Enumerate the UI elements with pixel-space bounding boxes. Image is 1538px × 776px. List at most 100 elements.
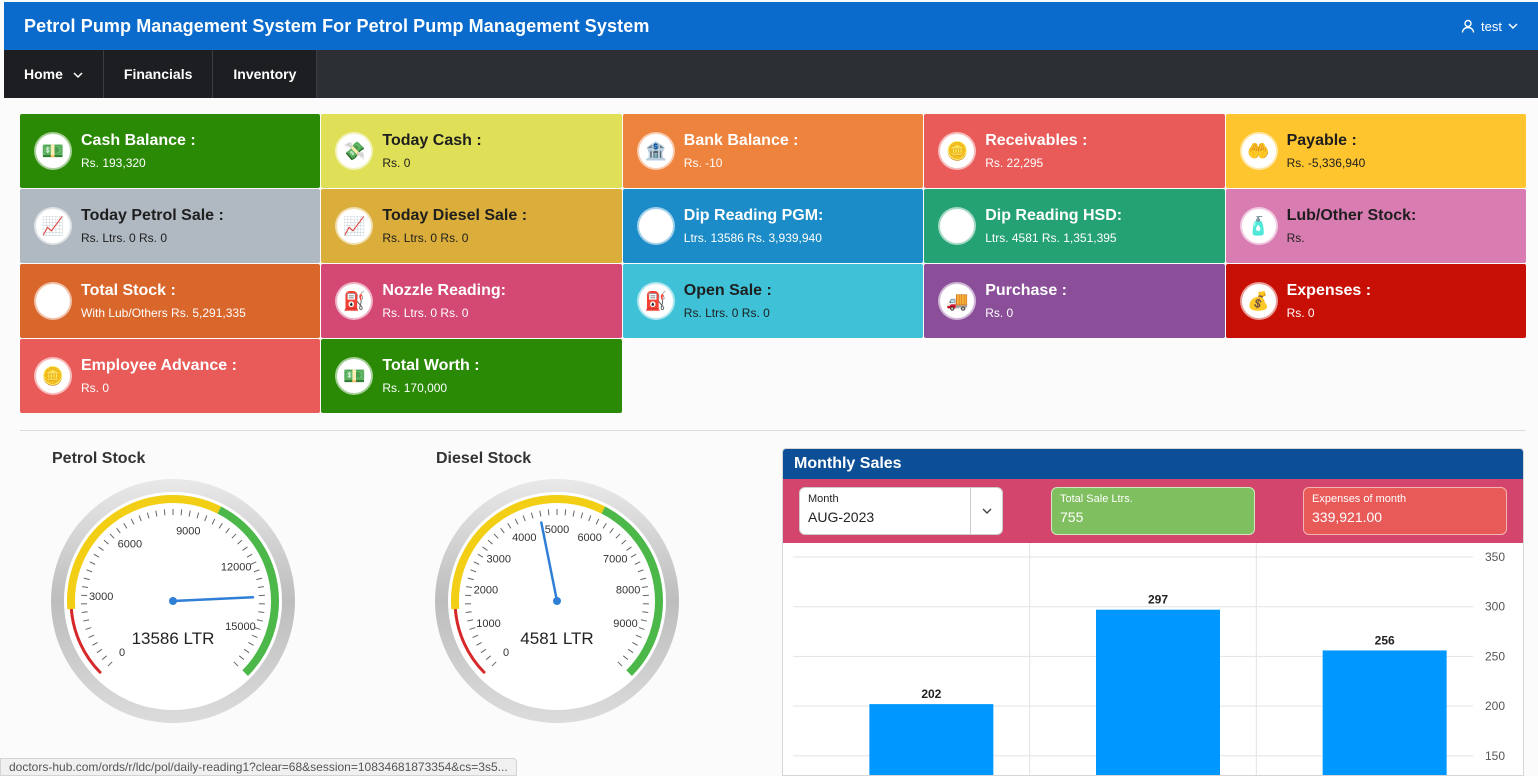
bar-data-label: 202 bbox=[921, 687, 941, 701]
section-divider bbox=[20, 430, 1526, 431]
tile-value: Ltrs. 13586 Rs. 3,939,940 bbox=[683, 231, 822, 245]
gauge-tick-label: 4000 bbox=[512, 532, 536, 544]
fuel-nozzle-icon: ⛽ bbox=[337, 284, 372, 318]
monthly-sales-panel: Monthly Sales Month AUG-2023 Total Sale … bbox=[782, 448, 1524, 776]
coin-hands-icon: 🪙 bbox=[940, 134, 975, 168]
nav-financials-label: Financials bbox=[123, 66, 193, 82]
summary-tile[interactable]: 📈 Today Petrol Sale : Rs. Ltrs. 0 Rs. 0 bbox=[20, 189, 321, 263]
growth-chart-icon: 📈 bbox=[36, 209, 70, 243]
total-sale-field: Total Sale Ltrs. 755 bbox=[1051, 487, 1255, 535]
summary-tile[interactable]: 🪙 Receivables : Rs. 22,295 bbox=[924, 114, 1225, 188]
tile-title: Open Sale : bbox=[683, 282, 772, 299]
gauge-dial: 0 1000 2000 30004000 5000 60007000 8000 9000 458… bbox=[435, 479, 679, 723]
gauge-title: Petrol Stock bbox=[52, 450, 146, 467]
tile-title: Expenses : bbox=[1286, 282, 1372, 299]
gauge-hub bbox=[553, 597, 561, 605]
bar-data-label: 256 bbox=[1375, 633, 1395, 647]
chevron-down-icon bbox=[73, 66, 83, 82]
nav-inventory[interactable]: Inventory bbox=[213, 50, 318, 98]
user-menu[interactable]: test bbox=[1461, 19, 1518, 34]
tile-title: Lub/Other Stock: bbox=[1286, 207, 1417, 224]
summary-tile[interactable]: ⛽ Open Sale : Rs. Ltrs. 0 Rs. 0 bbox=[622, 264, 924, 338]
tile-value: Rs. Ltrs. 0 Rs. 0 bbox=[382, 231, 469, 245]
tile-title: Total Stock : bbox=[81, 282, 176, 299]
tile-value: Rs. 0 bbox=[382, 156, 411, 170]
month-label: Month bbox=[808, 493, 839, 505]
total-sale-value: 755 bbox=[1060, 509, 1084, 525]
gauge-tick-label: 2000 bbox=[474, 585, 498, 597]
summary-tile[interactable]: 🪙 Employee Advance : Rs. 0 bbox=[20, 339, 321, 413]
main-nav: Home Financials Inventory bbox=[4, 50, 1538, 98]
tile-title: Dip Reading HSD: bbox=[985, 207, 1123, 224]
gauge-readout: 4581 LTR bbox=[520, 629, 593, 648]
tile-value: Rs. Ltrs. 0 Rs. 0 bbox=[81, 231, 168, 245]
tile-value: Rs. 193,320 bbox=[81, 156, 146, 170]
app-header: Petrol Pump Management System For Petrol… bbox=[4, 2, 1538, 50]
app-title: Petrol Pump Management System For Petrol… bbox=[24, 15, 650, 36]
panel-title: Monthly Sales bbox=[783, 449, 1523, 479]
summary-tile[interactable]: 🛢 Total Stock : With Lub/Others Rs. 5,291,… bbox=[20, 264, 321, 338]
summary-tile[interactable]: 💰 Expenses : Rs. 0 bbox=[1225, 264, 1526, 338]
tile-value: Rs. 0 bbox=[1286, 306, 1315, 320]
gauge-tick bbox=[163, 509, 166, 516]
tile-value: Rs. Ltrs. 0 Rs. 0 bbox=[683, 306, 770, 320]
cash-hand-icon: 💵 bbox=[36, 134, 70, 168]
gauge-tick bbox=[547, 509, 550, 516]
nav-home[interactable]: Home bbox=[4, 50, 104, 98]
monthly-sales-chart: 350 300 250 200 150 202 297 256 bbox=[793, 543, 1505, 776]
gauge-tick-label: 5000 bbox=[545, 524, 569, 536]
sales-filter-bar: Month AUG-2023 Total Sale Ltrs. 755 Expe… bbox=[783, 479, 1523, 543]
month-select[interactable]: Month AUG-2023 bbox=[799, 487, 1003, 535]
tile-title: Today Petrol Sale : bbox=[81, 207, 224, 224]
bar[interactable] bbox=[1096, 609, 1220, 776]
fuel-tank-icon: 🛢 bbox=[638, 209, 673, 243]
summary-tiles: 💵 Cash Balance : Rs. 193,320 💸 Today Cash : R… bbox=[20, 114, 1526, 413]
gauge-tick-label: 9000 bbox=[613, 618, 637, 630]
summary-tile[interactable]: 📈 Today Diesel Sale : Rs. Ltrs. 0 Rs. 0 bbox=[321, 189, 622, 263]
nav-financials[interactable]: Financials bbox=[103, 50, 214, 98]
tile-title: Total Worth : bbox=[382, 357, 480, 374]
gauge-tick bbox=[564, 509, 567, 516]
summary-tile[interactable]: ⛽ Nozzle Reading: Rs. Ltrs. 0 Rs. 0 bbox=[321, 264, 622, 338]
summary-tile[interactable]: 🤲 Payable : Rs. -5,336,940 bbox=[1225, 114, 1526, 188]
gauge-hub bbox=[169, 597, 177, 605]
chevron-down-icon[interactable] bbox=[970, 488, 1002, 534]
diesel-stock-gauge: Diesel Stock 0 1000 2000 3000 4000 5000 6000 70… bbox=[404, 450, 734, 740]
tile-value: Rs. -5,336,940 bbox=[1286, 156, 1366, 170]
gauge-tick-label: 6000 bbox=[118, 538, 142, 550]
barrel-icon: 🛢 bbox=[36, 284, 70, 318]
bar[interactable] bbox=[1322, 650, 1447, 776]
fuel-pump-icon: ⛽ bbox=[638, 284, 673, 318]
money-icon: 💰 bbox=[1241, 284, 1276, 318]
tile-title: Payable : bbox=[1286, 132, 1357, 149]
cash-hand-icon: 💵 bbox=[337, 359, 372, 393]
nav-home-label: Home bbox=[24, 66, 63, 82]
summary-tile[interactable]: 🛢 Dip Reading PGM: Ltrs. 13586 Rs. 3,939,9… bbox=[622, 189, 924, 263]
summary-tile[interactable]: 🚚 Purchase : Rs. 0 bbox=[924, 264, 1225, 338]
gauge-tick-label: 15000 bbox=[225, 621, 256, 633]
tile-title: Today Diesel Sale : bbox=[382, 207, 528, 224]
bank-icon: 🏦 bbox=[638, 134, 673, 168]
bar[interactable] bbox=[869, 704, 994, 776]
gauge-tick-label: 3000 bbox=[487, 554, 511, 566]
tile-title: Dip Reading PGM: bbox=[683, 207, 824, 224]
tile-title: Receivables : bbox=[985, 132, 1088, 149]
summary-tile[interactable]: 🛢 Dip Reading HSD: Ltrs. 4581 Rs. 1,351,39… bbox=[924, 189, 1225, 263]
payment-hand-icon: 🤲 bbox=[1241, 134, 1276, 168]
gauge-dial: 0 3000 6000 9000 12000 15000 13586 LTR bbox=[51, 479, 295, 723]
total-sale-label: Total Sale Ltrs. bbox=[1060, 493, 1133, 505]
summary-tile[interactable]: 💵 Total Worth : Rs. 170,000 bbox=[321, 339, 622, 413]
month-value: AUG-2023 bbox=[808, 509, 875, 525]
gauge-title: Diesel Stock bbox=[436, 450, 532, 467]
status-url: doctors-hub.com/ords/r/ldc/pol/daily-rea… bbox=[0, 758, 517, 776]
gauge-tick bbox=[180, 509, 183, 516]
summary-tile[interactable]: 🏦 Bank Balance : Rs. -10 bbox=[622, 114, 924, 188]
gauge-tick-label: 0 bbox=[119, 647, 125, 659]
summary-tile[interactable]: 💸 Today Cash : Rs. 0 bbox=[321, 114, 622, 188]
summary-tile[interactable]: 🧴 Lub/Other Stock: Rs. bbox=[1225, 189, 1526, 263]
tile-title: Employee Advance : bbox=[81, 357, 237, 374]
summary-tile[interactable]: 💵 Cash Balance : Rs. 193,320 bbox=[20, 114, 321, 188]
y-tick-label: 150 bbox=[1485, 749, 1505, 763]
tile-value: Rs. Ltrs. 0 Rs. 0 bbox=[382, 306, 469, 320]
tanker-truck-icon: 🚚 bbox=[940, 284, 975, 318]
